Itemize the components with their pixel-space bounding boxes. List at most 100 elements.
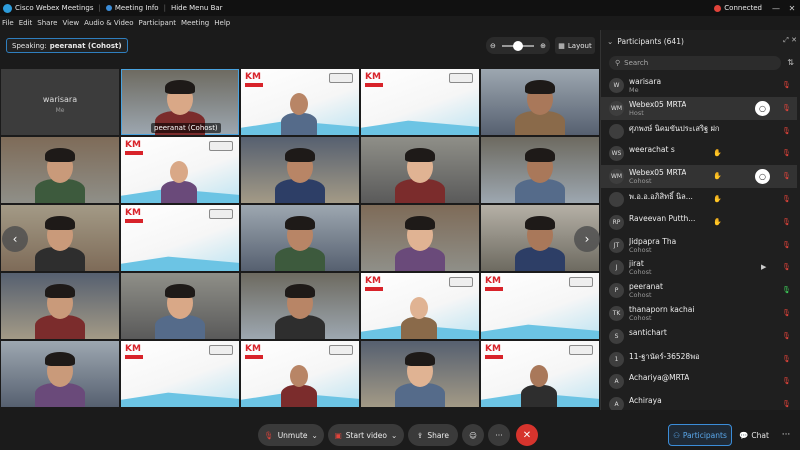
- video-tile[interactable]: KM: [121, 341, 239, 407]
- participant-hair: [45, 216, 75, 230]
- zoom-in-icon[interactable]: ⊕: [540, 42, 546, 50]
- video-tile[interactable]: KM: [121, 205, 239, 271]
- participant-row[interactable]: TK thanaporn kachai Cohost 🎙: [601, 302, 797, 325]
- mic-muted-icon[interactable]: 🎙: [782, 263, 791, 271]
- mic-muted-icon[interactable]: 🎙: [782, 149, 791, 157]
- menu-participant[interactable]: Participant: [139, 19, 176, 27]
- mic-muted-icon[interactable]: 🎙: [782, 172, 791, 180]
- chevron-down-icon[interactable]: ⌄: [391, 431, 397, 440]
- video-tile[interactable]: KM: [481, 273, 599, 339]
- video-tile[interactable]: KM: [121, 137, 239, 203]
- zoom-knob[interactable]: [513, 40, 523, 51]
- participant-row[interactable]: WM Webex05 MRTA Host ○ 🎙: [601, 96, 797, 120]
- sort-icon[interactable]: ⇅: [787, 58, 794, 67]
- video-tile[interactable]: KM: [481, 341, 599, 407]
- info-icon: [105, 5, 112, 11]
- video-tile[interactable]: [121, 273, 239, 339]
- participants-toggle-button[interactable]: ⚇ Participants: [668, 424, 732, 446]
- menu-audio-video[interactable]: Audio & Video: [84, 19, 133, 27]
- mic-muted-icon[interactable]: 🎙: [782, 241, 791, 249]
- video-tile[interactable]: [481, 69, 599, 135]
- participant-row[interactable]: WM Webex05 MRTA Cohost ✋ ○ 🎙: [601, 165, 797, 188]
- share-button[interactable]: ⇪ Share: [408, 424, 458, 446]
- video-tile[interactable]: KM: [361, 69, 479, 135]
- video-tile[interactable]: [241, 273, 359, 339]
- mic-muted-icon[interactable]: 🎙: [782, 127, 791, 135]
- chat-toggle-button[interactable]: 💬 Chat: [734, 424, 774, 446]
- previous-page-button[interactable]: ‹: [2, 226, 28, 252]
- leave-meeting-button[interactable]: ✕: [516, 424, 538, 446]
- menu-view[interactable]: View: [62, 19, 79, 27]
- close-window-button[interactable]: ✕: [784, 4, 800, 13]
- km-logo-stripe: [365, 287, 383, 291]
- chevron-down-icon[interactable]: ⌄: [312, 431, 318, 440]
- participant-row[interactable]: 1 11-ฐานัดร์-36528พอ 🎙: [601, 348, 797, 371]
- video-tile[interactable]: KM: [241, 69, 359, 135]
- video-tile[interactable]: warisara Me: [1, 69, 119, 135]
- participant-row[interactable]: WS weerachat s ✋ 🎙: [601, 142, 797, 165]
- more-options-button[interactable]: ···: [488, 424, 510, 446]
- video-tile[interactable]: [1, 273, 119, 339]
- video-tile[interactable]: KM: [361, 273, 479, 339]
- mic-muted-icon[interactable]: 🎙: [782, 218, 791, 226]
- collapse-chevron-icon[interactable]: ⌄: [607, 37, 613, 46]
- participant-row[interactable]: พ.อ.อ.อภิสิทธิ์ นิล... ✋ 🎙: [601, 188, 797, 211]
- video-tile[interactable]: [361, 341, 479, 407]
- participant-search-input[interactable]: ⚲ Search: [609, 56, 781, 70]
- participant-menu-button[interactable]: ○: [755, 169, 770, 185]
- overflow-icon: ···: [781, 430, 791, 440]
- mic-muted-icon[interactable]: 🎙: [782, 332, 791, 340]
- panel-overflow-button[interactable]: ···: [776, 424, 796, 446]
- mic-muted-icon[interactable]: 🎙: [782, 355, 791, 363]
- meeting-info-link[interactable]: Meeting Info: [115, 4, 159, 12]
- mic-muted-icon[interactable]: 🎙: [782, 104, 791, 112]
- mic-muted-icon[interactable]: 🎙: [782, 195, 791, 203]
- menu-help[interactable]: Help: [214, 19, 230, 27]
- video-grid: warisara Me peeranat (Cohost) KM KM KM KM KM KM K…: [0, 68, 600, 410]
- zoom-track[interactable]: [502, 40, 534, 51]
- video-tile[interactable]: [1, 341, 119, 407]
- unmute-label: Unmute: [277, 430, 308, 440]
- participant-name: ศุภพงษ์ นิคมขันประเสริฐ ฝกก: [629, 123, 719, 133]
- participant-row[interactable]: RP Raveevan Putth... ✋ 🎙: [601, 211, 797, 234]
- mic-muted-icon[interactable]: 🎙: [782, 400, 791, 408]
- reactions-button[interactable]: ☺: [462, 424, 484, 446]
- participant-menu-button[interactable]: ○: [755, 100, 770, 116]
- participant-name: Achariya@MRTA: [629, 373, 690, 383]
- participant-name: jirat: [629, 259, 644, 269]
- participant-row[interactable]: Ppeeranat Cohost 🎙: [601, 279, 797, 302]
- zoom-slider[interactable]: ⊖ ⊕: [486, 37, 550, 54]
- zoom-out-icon[interactable]: ⊖: [490, 42, 496, 50]
- mic-on-icon[interactable]: 🎙: [782, 286, 791, 294]
- video-tile[interactable]: peeranat (Cohost): [121, 69, 239, 135]
- participant-row[interactable]: A Achariya@MRTA 🎙: [601, 370, 797, 393]
- video-tile[interactable]: [361, 205, 479, 271]
- video-tile[interactable]: KM: [241, 341, 359, 407]
- video-tile[interactable]: [1, 137, 119, 203]
- participant-row[interactable]: Jjirat Cohost ▶ 🎙: [601, 256, 797, 279]
- hide-menu-bar-button[interactable]: Hide Menu Bar: [171, 4, 223, 12]
- menu-edit[interactable]: Edit: [19, 19, 33, 27]
- panel-popout-close-icons[interactable]: ⤢ ✕: [783, 36, 797, 45]
- menu-share[interactable]: Share: [37, 19, 57, 27]
- video-tile[interactable]: [481, 137, 599, 203]
- participant-row[interactable]: JT Jidpapra Tha Cohost 🎙: [601, 234, 797, 257]
- mic-muted-icon[interactable]: 🎙: [782, 309, 791, 317]
- video-tile[interactable]: [361, 137, 479, 203]
- participant-row[interactable]: ศุภพงษ์ นิคมขันประเสริฐ ฝกก 🎙: [601, 120, 797, 143]
- menu-file[interactable]: File: [2, 19, 14, 27]
- mic-muted-icon[interactable]: 🎙: [782, 81, 791, 89]
- menu-meeting[interactable]: Meeting: [181, 19, 209, 27]
- layout-button[interactable]: ▦ Layout: [555, 37, 595, 54]
- video-tile[interactable]: [241, 137, 359, 203]
- video-tile[interactable]: [241, 205, 359, 271]
- participant-row[interactable]: Wwarisara Me 🎙: [601, 74, 797, 97]
- start-video-button[interactable]: ▣ Start video ⌄: [328, 424, 404, 446]
- mic-muted-icon[interactable]: 🎙: [782, 377, 791, 385]
- km-logo-stripe: [125, 151, 143, 155]
- minimize-button[interactable]: —: [768, 4, 784, 13]
- participant-row[interactable]: Ssantichart 🎙: [601, 325, 797, 348]
- next-page-button[interactable]: ›: [574, 226, 600, 252]
- participants-panel: ⌄ Participants (641) ⤢ ✕ ⚲ Search ⇅ Wwar…: [600, 30, 800, 450]
- unmute-button[interactable]: 🎙 Unmute ⌄: [258, 424, 324, 446]
